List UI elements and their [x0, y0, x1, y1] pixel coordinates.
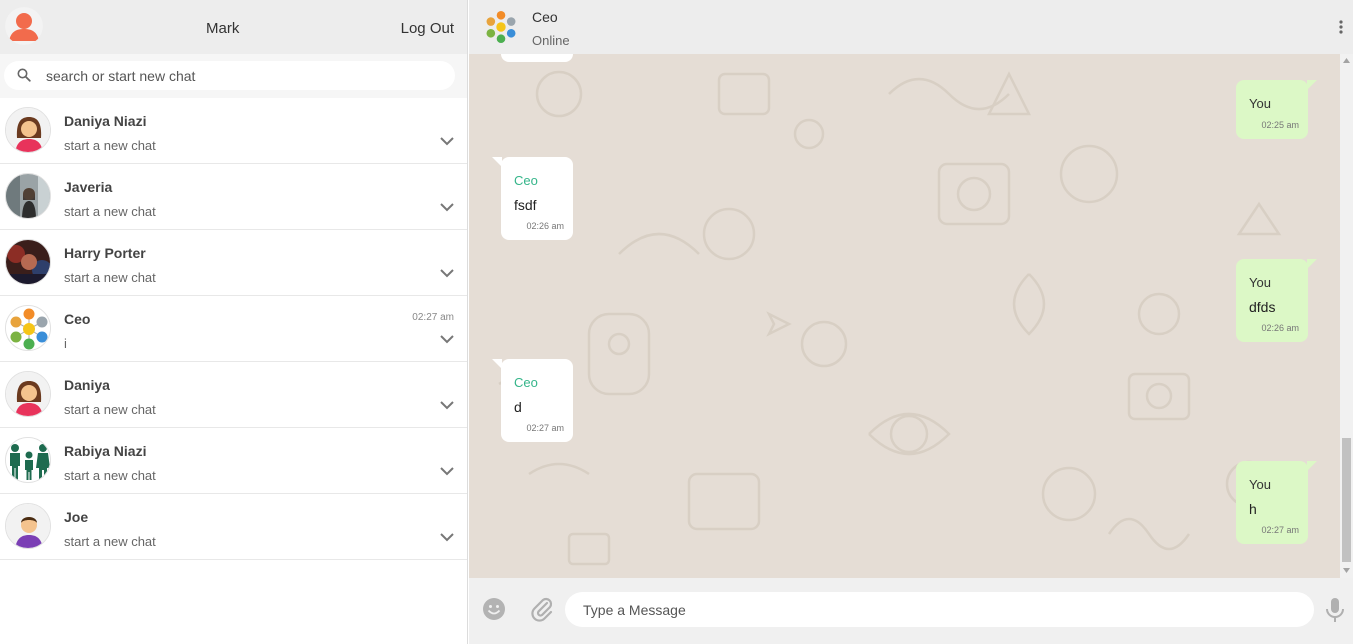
chat-preview: start a new chat: [64, 534, 156, 549]
family-avatar: [5, 437, 51, 483]
chat-list-item[interactable]: Harry Porter start a new chat: [0, 230, 467, 296]
message-text: d: [514, 399, 522, 415]
chat-sidebar: Mark Log Out Daniya Niazi start a n: [0, 0, 468, 644]
bubble-tail: [492, 359, 502, 369]
chevron-down-icon[interactable]: [439, 334, 455, 344]
conversation-panel: Ceo Online You 02:25 am Ceo fsdf 02:26 a…: [469, 0, 1353, 644]
chat-name: Daniya Niazi: [64, 113, 147, 129]
chevron-down-icon[interactable]: [439, 532, 455, 542]
woman-avatar: [5, 371, 51, 417]
message-text: dfds: [1249, 299, 1276, 315]
message-scrollbar[interactable]: [1340, 54, 1353, 578]
message-bubble-partial: [501, 54, 573, 62]
current-user-name: Mark: [206, 20, 240, 37]
conversation-status: Online: [532, 33, 570, 48]
chevron-down-icon[interactable]: [439, 136, 455, 146]
doodle-background: [498, 70, 1289, 566]
message-text: fsdf: [514, 197, 537, 213]
chat-name: Ceo: [64, 311, 91, 327]
chat-preview: start a new chat: [64, 138, 156, 153]
scroll-down-icon[interactable]: [1343, 568, 1350, 573]
message-time: 02:25 am: [1261, 120, 1299, 130]
message-time: 02:26 am: [1261, 323, 1299, 333]
bubble-tail: [492, 157, 502, 167]
message-sender: Ceo: [514, 173, 538, 188]
chat-list-item[interactable]: Rabiya Niazi start a new chat: [0, 428, 467, 494]
message-sender: You: [1249, 96, 1271, 111]
search-box[interactable]: [4, 61, 455, 90]
message-area[interactable]: You 02:25 am Ceo fsdf 02:26 am You dfds …: [469, 54, 1340, 578]
message-time: 02:27 am: [526, 423, 564, 433]
chat-time: 02:27 am: [412, 312, 454, 323]
message-bubble: Ceo fsdf 02:26 am: [492, 157, 573, 240]
message-sender: You: [1249, 275, 1271, 290]
message-bubble: You 02:25 am: [1236, 80, 1317, 139]
chat-preview: start a new chat: [64, 402, 156, 417]
search-icon: [17, 68, 31, 82]
chat-preview: start a new chat: [64, 270, 156, 285]
search-bar: [0, 54, 467, 98]
chevron-down-icon[interactable]: [439, 400, 455, 410]
message-sender: You: [1249, 477, 1271, 492]
message-composer: [469, 578, 1353, 644]
message-sender: Ceo: [514, 375, 538, 390]
chat-preview: start a new chat: [64, 204, 156, 219]
photo-avatar: [5, 239, 51, 285]
chat-preview: start a new chat: [64, 468, 156, 483]
sidebar-header: Mark Log Out: [0, 0, 467, 54]
message-bubble: Ceo d 02:27 am: [492, 359, 573, 442]
message-time: 02:26 am: [526, 221, 564, 231]
chevron-down-icon[interactable]: [439, 466, 455, 476]
chat-list-item[interactable]: Daniya Niazi start a new chat: [0, 98, 467, 164]
scrollbar-thumb[interactable]: [1342, 438, 1351, 562]
chat-list-item[interactable]: Javeria start a new chat: [0, 164, 467, 230]
man-avatar: [5, 503, 51, 549]
chat-list: Daniya Niazi start a new chat Javeria st…: [0, 98, 467, 560]
chevron-down-icon[interactable]: [439, 268, 455, 278]
attach-icon[interactable]: [530, 596, 554, 622]
mic-icon[interactable]: [1324, 597, 1346, 623]
chat-name: Rabiya Niazi: [64, 443, 147, 459]
conversation-header: Ceo Online: [469, 0, 1353, 54]
search-input[interactable]: [46, 61, 446, 90]
chat-list-item[interactable]: Joe start a new chat: [0, 494, 467, 560]
chat-list-item[interactable]: Ceo i 02:27 am: [0, 296, 467, 362]
chat-name: Joe: [64, 509, 89, 525]
bubble-tail: [1307, 461, 1317, 471]
photo-avatar: [5, 173, 51, 219]
group-icons-avatar: [5, 305, 51, 351]
logout-button[interactable]: Log Out: [401, 20, 454, 37]
chevron-down-icon[interactable]: [439, 202, 455, 212]
chat-name: Daniya: [64, 377, 110, 393]
scroll-up-icon[interactable]: [1343, 58, 1350, 63]
emoji-icon[interactable]: [482, 597, 506, 621]
menu-dots-icon[interactable]: [1338, 19, 1344, 35]
user-avatar-icon[interactable]: [5, 7, 43, 45]
woman-avatar: [5, 107, 51, 153]
chat-name: Javeria: [64, 179, 113, 195]
group-icons-avatar[interactable]: [483, 9, 519, 45]
chat-name: Harry Porter: [64, 245, 146, 261]
message-time: 02:27 am: [1261, 525, 1299, 535]
chat-list-item[interactable]: Daniya start a new chat: [0, 362, 467, 428]
bubble-tail: [1307, 259, 1317, 269]
message-bubble: You dfds 02:26 am: [1236, 259, 1317, 342]
message-input[interactable]: [565, 592, 1314, 627]
conversation-title: Ceo: [532, 9, 558, 25]
message-text: h: [1249, 501, 1257, 517]
message-bubble: You h 02:27 am: [1236, 461, 1317, 544]
chat-preview: i: [64, 336, 67, 351]
bubble-tail: [1307, 80, 1317, 90]
